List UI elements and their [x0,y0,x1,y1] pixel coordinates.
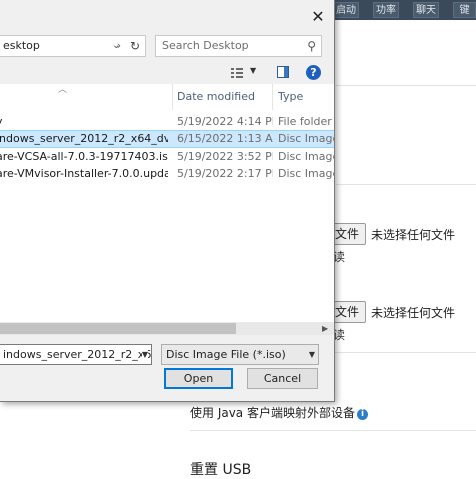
scroll-right-icon[interactable]: ▶ [322,322,328,335]
file-type: File folder [278,115,332,128]
search-placeholder: Search Desktop [162,39,249,52]
file-date: 5/19/2022 4:14 PM [177,115,273,128]
divider [336,85,476,86]
file-row[interactable]: are-VCSA-all-7.0.3-19717403.iso 5/19/202… [0,148,334,166]
cancel-button[interactable]: Cancel [247,368,318,389]
power-button[interactable]: 功率 [373,2,399,18]
column-divider[interactable] [272,84,273,110]
chat-button[interactable]: 聊天 [413,2,439,18]
file-name: indows_server_2012_r2_x64_dvd_270... [0,132,168,145]
open-button[interactable]: Open [164,368,233,389]
address-bar[interactable]: esktop › [0,35,146,57]
scrollbar-thumb[interactable] [0,323,236,334]
file-type: Disc Image F [278,150,334,163]
open-file-dialog: ✕ esktop › ⌄ ↻ Search Desktop ⚲ ▼ ? ︿ Da… [0,0,335,402]
file-name: y [0,113,168,131]
divider [336,184,476,185]
search-input[interactable]: Search Desktop ⚲ [155,35,322,57]
close-icon[interactable]: ✕ [307,6,329,28]
file-date: 5/19/2022 3:52 PM [177,150,273,163]
column-divider[interactable] [172,84,173,110]
reset-usb-heading: 重置 USB [190,462,252,478]
sort-ascending-icon: ︿ [58,85,68,95]
address-text: esktop [3,39,40,52]
file-name: are-VCSA-all-7.0.3-19717403.iso [0,150,168,163]
file-row[interactable]: y 5/19/2022 4:14 PM File folder [0,113,334,131]
chevron-down-icon[interactable]: ▼ [141,345,148,364]
horizontal-scrollbar[interactable]: ▶ [0,322,334,335]
refresh-icon[interactable]: ↻ [130,36,140,56]
divider [190,430,476,431]
file-list[interactable]: ︿ Date modified Type y 5/19/2022 4:14 PM… [0,84,334,329]
view-options-icon[interactable] [231,67,243,79]
file-type-filter-value: Disc Image File (*.iso) [166,348,286,361]
java-device-text: 使用 Java 客户端映射外部设备 [190,406,355,420]
file-date: 6/15/2022 1:13 AM [177,132,273,145]
view-dropdown-icon[interactable]: ▼ [250,66,256,75]
preview-pane-icon[interactable] [277,66,289,78]
file-row[interactable]: are-VMvisor-Installer-7.0.0.update0... 5… [0,165,334,183]
file-name: are-VMvisor-Installer-7.0.0.update0... [0,167,168,180]
help-icon[interactable]: ? [306,65,321,80]
java-device-option: 使用 Java 客户端映射外部设备 i [190,404,368,421]
file-date: 5/19/2022 2:17 PM [177,167,273,180]
file-type-select[interactable]: Disc Image File (*.iso) ▼ [161,344,319,365]
chevron-down-icon[interactable]: ▼ [308,345,315,364]
keyboard-button[interactable]: 键 [453,2,476,18]
info-icon[interactable]: i [356,409,368,420]
file-row-selected[interactable]: indows_server_2012_r2_x64_dvd_270... 6/1… [0,130,334,148]
column-date-modified[interactable]: Date modified [177,84,255,110]
file-type: Disc Image F [278,132,334,145]
file-type: Disc Image F [278,167,334,180]
no-file-chosen-1: 未选择任何文件 [371,228,456,242]
chevron-down-icon[interactable]: ⌄ [112,36,120,56]
column-type[interactable]: Type [278,84,303,110]
search-icon[interactable]: ⚲ [307,36,316,56]
file-name-input[interactable]: indows_server_2012_r2_x64_dvd_ ▼ [0,344,152,365]
file-name-value: indows_server_2012_r2_x64_dvd_ [3,348,151,361]
start-button[interactable]: 启动 [333,2,359,18]
no-file-chosen-2: 未选择任何文件 [371,306,456,320]
